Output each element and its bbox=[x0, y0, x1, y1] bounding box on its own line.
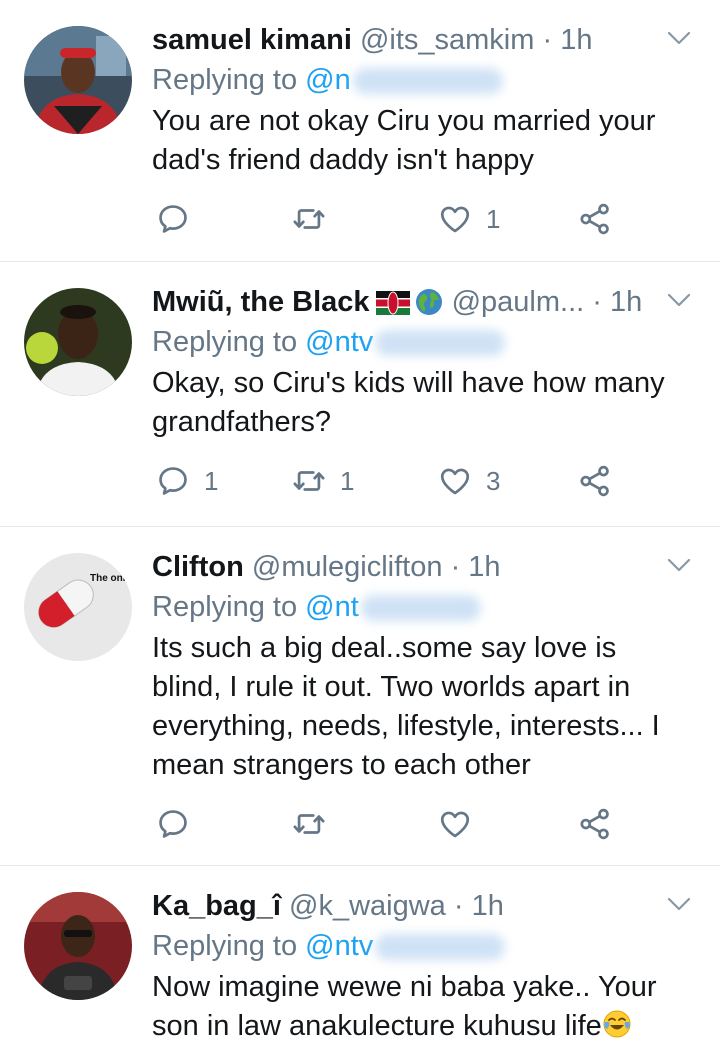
like-button[interactable]: 3 bbox=[438, 464, 500, 498]
reply-button[interactable] bbox=[156, 807, 204, 841]
separator-dot: · bbox=[592, 286, 602, 318]
tweet-text: Its such a big deal..some say love is bl… bbox=[152, 632, 660, 781]
kenya-flag-icon bbox=[375, 291, 410, 315]
share-icon bbox=[578, 202, 612, 236]
mention-link[interactable]: @ntv bbox=[305, 326, 373, 358]
reply-count: 1 bbox=[204, 465, 219, 496]
chevron-down-icon[interactable] bbox=[666, 894, 692, 914]
display-name[interactable]: samuel kimani bbox=[152, 24, 352, 56]
redacted-handle bbox=[352, 68, 503, 95]
retweet-button[interactable] bbox=[292, 202, 340, 236]
handle[interactable]: @mulegiclifton bbox=[252, 551, 443, 583]
reply-icon bbox=[156, 464, 190, 498]
replying-label: Replying to bbox=[152, 930, 298, 962]
mention-link[interactable]: @n bbox=[305, 64, 351, 96]
replying-to: Replying to @nt bbox=[152, 587, 700, 627]
globe-icon bbox=[415, 289, 442, 315]
avatar[interactable] bbox=[24, 288, 132, 396]
heart-icon bbox=[438, 202, 472, 236]
replying-label: Replying to bbox=[152, 326, 298, 358]
separator-dot: · bbox=[453, 890, 464, 922]
tweet-actions bbox=[152, 785, 700, 875]
tweet-text: You are not okay Ciru you married your d… bbox=[152, 105, 656, 176]
redacted-handle bbox=[375, 934, 506, 961]
tweet[interactable]: Mwiũ, the Black @paulm... · 1h Replying … bbox=[0, 262, 720, 527]
tweet[interactable]: samuel kimani @its_samkim · 1h Replying … bbox=[0, 0, 720, 262]
replying-to: Replying to @ntv bbox=[152, 322, 700, 362]
mention-link[interactable]: @nt bbox=[305, 591, 359, 623]
like-count: 1 bbox=[486, 203, 501, 234]
tweet-text: Now imagine wewe ni baba yake.. Your son… bbox=[152, 971, 657, 1042]
reply-button[interactable]: 1 bbox=[156, 464, 218, 498]
redacted-handle bbox=[375, 330, 506, 357]
mention-link[interactable]: @ntv bbox=[305, 930, 373, 962]
chevron-down-icon[interactable] bbox=[666, 28, 692, 48]
like-button[interactable] bbox=[438, 807, 486, 841]
handle[interactable]: @paulm... bbox=[452, 286, 585, 318]
heart-icon bbox=[438, 807, 472, 841]
display-name[interactable]: Clifton bbox=[152, 551, 244, 583]
timestamp[interactable]: 1h bbox=[560, 24, 592, 56]
chevron-down-icon[interactable] bbox=[666, 555, 692, 575]
replying-to: Replying to @ntv bbox=[152, 926, 700, 966]
like-button[interactable]: 1 bbox=[438, 202, 500, 236]
tweet[interactable]: The only medicine found till now Clifton… bbox=[0, 527, 720, 866]
replying-label: Replying to bbox=[152, 591, 298, 623]
display-name[interactable]: Ka_bag_î bbox=[152, 890, 281, 922]
share-icon bbox=[578, 807, 612, 841]
retweet-button[interactable]: 1 bbox=[292, 464, 354, 498]
handle[interactable]: @k_waigwa bbox=[289, 890, 446, 922]
separator-dot: · bbox=[450, 551, 461, 583]
retweet-icon bbox=[292, 202, 326, 236]
share-button[interactable] bbox=[578, 202, 612, 236]
tweet[interactable]: Ka_bag_î @k_waigwa · 1h Replying to @ntv… bbox=[0, 866, 720, 1050]
separator-dot: · bbox=[542, 24, 553, 56]
retweet-count: 1 bbox=[340, 465, 355, 496]
reply-button[interactable] bbox=[156, 202, 204, 236]
retweet-icon bbox=[292, 807, 326, 841]
tears-of-joy-emoji-icon bbox=[603, 1010, 631, 1038]
heart-icon bbox=[438, 464, 472, 498]
retweet-button[interactable] bbox=[292, 807, 340, 841]
share-button[interactable] bbox=[578, 807, 612, 841]
reply-icon bbox=[156, 807, 190, 841]
reply-icon bbox=[156, 202, 190, 236]
avatar-text: The only medicine found till now bbox=[90, 573, 132, 584]
chevron-down-icon[interactable] bbox=[666, 290, 692, 310]
handle[interactable]: @its_samkim bbox=[360, 24, 534, 56]
replying-label: Replying to bbox=[152, 64, 298, 96]
share-icon bbox=[578, 464, 612, 498]
timestamp[interactable]: 1h bbox=[472, 890, 504, 922]
avatar[interactable] bbox=[24, 26, 132, 134]
share-button[interactable] bbox=[578, 464, 612, 498]
timestamp[interactable]: 1h bbox=[468, 551, 500, 583]
replying-to: Replying to @n bbox=[152, 60, 700, 100]
tweet-actions: 1 bbox=[152, 180, 700, 270]
tweet-actions: 1 1 3 bbox=[152, 442, 700, 532]
timestamp[interactable]: 1h bbox=[610, 286, 642, 318]
avatar[interactable] bbox=[24, 892, 132, 1000]
redacted-handle bbox=[360, 595, 481, 622]
like-count: 3 bbox=[486, 465, 501, 496]
avatar[interactable]: The only medicine found till now bbox=[24, 553, 132, 661]
tweet-text: Okay, so Ciru's kids will have how many … bbox=[152, 367, 665, 438]
tweet-text-wrap: Now imagine wewe ni baba yake.. Your son… bbox=[152, 968, 692, 1046]
display-name[interactable]: Mwiũ, the Black bbox=[152, 286, 370, 318]
retweet-icon bbox=[292, 464, 326, 498]
